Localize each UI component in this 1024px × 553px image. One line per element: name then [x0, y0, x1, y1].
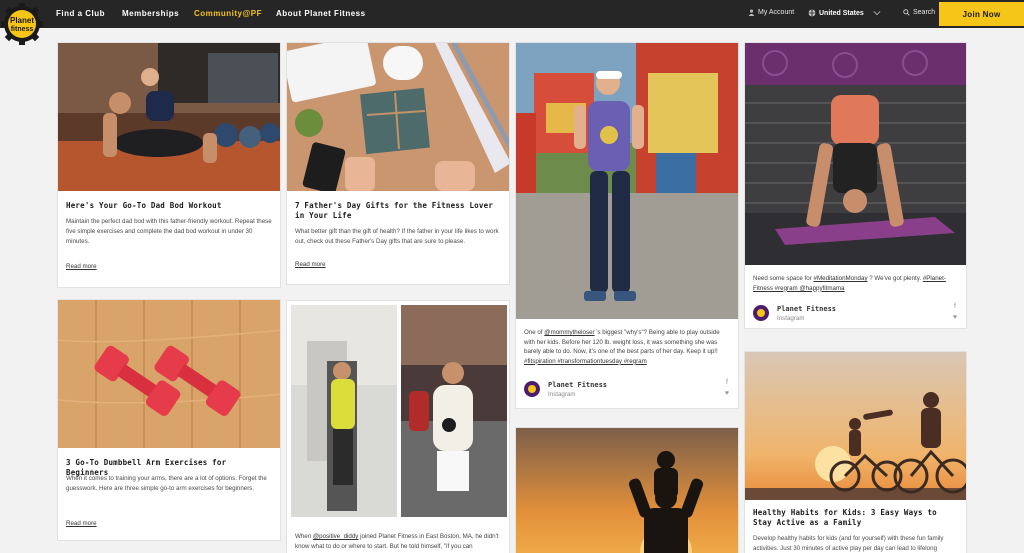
planet-fitness-avatar[interactable]: [753, 305, 769, 321]
post-footer: Planet Fitness Instagram f ♥: [753, 303, 958, 327]
source-label: Instagram: [777, 315, 805, 322]
card-description: When it comes to training your arms, the…: [66, 475, 267, 492]
dumbbell-image: [58, 300, 280, 448]
mention-link[interactable]: @mommytheloser: [544, 329, 594, 336]
planet-fitness-avatar[interactable]: [524, 381, 540, 397]
card-instagram-meditation[interactable]: Need some space for #MeditationMonday ? …: [744, 42, 967, 329]
card-title[interactable]: Healthy Habits for Kids: 3 Easy Ways to …: [753, 508, 958, 528]
read-more-link[interactable]: Read more: [66, 520, 97, 527]
top-nav: Find a Club Memberships Community@PF Abo…: [0, 0, 1024, 28]
facebook-icon[interactable]: f: [954, 303, 956, 310]
planet-fitness-logo[interactable]: Planet fitness: [1, 3, 43, 45]
card-sunset-family-photo[interactable]: [515, 427, 739, 553]
post-caption: When @positive_diddy joined Planet Fitne…: [295, 533, 499, 550]
search-link[interactable]: Search: [903, 9, 935, 16]
hashtag-link[interactable]: #MeditationMonday: [814, 275, 868, 282]
author-name[interactable]: Planet Fitness: [777, 305, 836, 313]
twitter-icon[interactable]: ♥: [725, 390, 729, 397]
country-selector[interactable]: United States: [808, 9, 881, 17]
nav-find-a-club[interactable]: Find a Club: [56, 9, 105, 18]
yoga-photo: [745, 43, 966, 265]
card-description: What better gift than the gift of health…: [295, 228, 499, 245]
mention-link[interactable]: @positive_diddy: [313, 533, 359, 540]
card-instagram-boston[interactable]: When @positive_diddy joined Planet Fitne…: [286, 300, 510, 553]
nav-about[interactable]: About Planet Fitness: [276, 9, 366, 18]
before-after-photo: [287, 301, 509, 521]
card-dad-bod-workout[interactable]: Here's Your Go-To Dad Bod Workout Mainta…: [57, 42, 281, 288]
post-caption: One of @mommytheloser 's biggest "why's"…: [524, 329, 720, 365]
card-title[interactable]: 7 Father's Day Gifts for the Fitness Lov…: [295, 201, 501, 221]
svg-text:fitness: fitness: [11, 26, 34, 33]
card-description: Develop healthy habits for kids (and for…: [753, 535, 944, 552]
hashtag-links[interactable]: #fitspiration #transformationtuesday #re…: [524, 358, 647, 365]
facebook-icon[interactable]: f: [726, 379, 728, 386]
card-dumbbell-arm-exercises[interactable]: 3 Go-To Dumbbell Arm Exercises for Begin…: [57, 299, 281, 541]
card-fathers-day-gifts[interactable]: 7 Father's Day Gifts for the Fitness Lov…: [286, 42, 510, 285]
source-label: Instagram: [548, 391, 576, 398]
nav-community[interactable]: Community@PF: [194, 9, 262, 18]
playground-photo: [516, 43, 738, 319]
twitter-icon[interactable]: ♥: [953, 314, 957, 321]
read-more-link[interactable]: Read more: [295, 261, 326, 268]
svg-text:Planet: Planet: [10, 16, 34, 25]
gifts-image: [287, 43, 509, 191]
search-label: Search: [913, 9, 936, 16]
user-icon: [748, 9, 755, 16]
my-account-link[interactable]: My Account: [748, 9, 794, 16]
read-more-link[interactable]: Read more: [66, 263, 97, 270]
card-title[interactable]: Here's Your Go-To Dad Bod Workout: [66, 201, 272, 211]
family-bike-photo: [745, 352, 966, 500]
my-account-label: My Account: [758, 9, 795, 16]
card-description: Maintain the perfect dad bod with this f…: [66, 218, 272, 245]
card-instagram-mommytheloser[interactable]: One of @mommytheloser 's biggest "why's"…: [515, 42, 739, 409]
chevron-down-icon: [873, 11, 881, 16]
post-footer: Planet Fitness Instagram f ♥: [524, 379, 730, 403]
post-caption: Need some space for #MeditationMonday ? …: [753, 275, 946, 292]
join-now-button[interactable]: Join Now: [939, 2, 1024, 26]
sunset-silhouette-photo: [516, 428, 738, 553]
country-label: United States: [819, 9, 864, 17]
search-icon: [903, 9, 910, 16]
nav-memberships[interactable]: Memberships: [122, 9, 179, 18]
dad-bod-image: [58, 43, 280, 191]
author-name[interactable]: Planet Fitness: [548, 381, 607, 389]
globe-icon: [808, 9, 816, 17]
card-healthy-habits-kids[interactable]: Healthy Habits for Kids: 3 Easy Ways to …: [744, 351, 967, 553]
